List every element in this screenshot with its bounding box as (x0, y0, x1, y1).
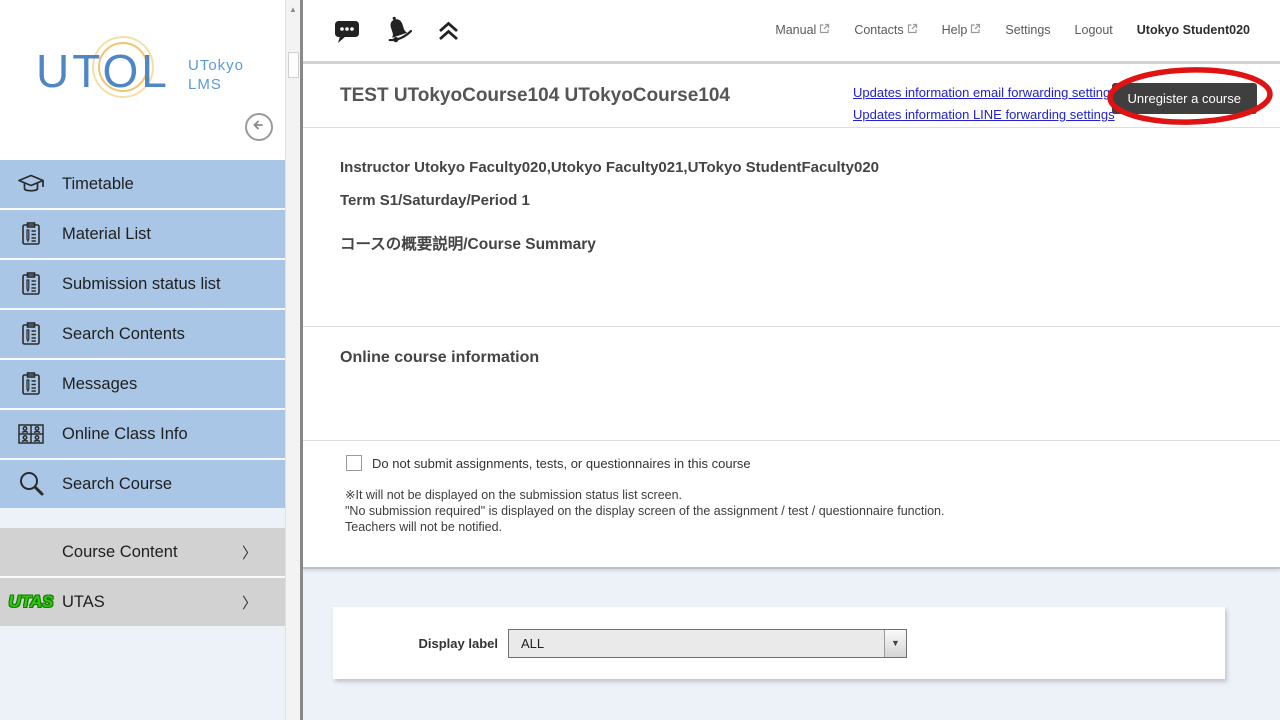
update-settings-links: Updates information email forwarding set… (853, 85, 1117, 122)
logo-subtitle: UTokyo LMS (188, 56, 244, 94)
course-summary-heading: コースの概要説明/Course Summary (340, 235, 1280, 255)
sidebar-item-label: Online Class Info (62, 425, 188, 444)
note-line: ※It will not be displayed on the submiss… (345, 487, 1280, 503)
sidebar-menu: Timetable Material List Submission sta (0, 160, 285, 508)
external-link-icon (907, 23, 918, 37)
sidebar-item-label: Material List (62, 225, 151, 244)
note-line: "No submission required" is displayed on… (345, 503, 1280, 519)
optout-checkbox-row: Do not submit assignments, tests, or que… (346, 455, 1280, 471)
sidebar-item-material-list[interactable]: Material List (0, 210, 285, 258)
sidebar-secondary-menu: Course Content 〉 UTAS UTAS 〉 (0, 528, 285, 626)
logout-link[interactable]: Logout (1075, 23, 1113, 37)
clipboard-icon (0, 320, 62, 348)
sidebar-item-label: Submission status list (62, 275, 221, 294)
sidebar-item-messages[interactable]: Messages (0, 360, 285, 408)
header-icon-group (333, 14, 460, 47)
select-value: ALL (521, 636, 544, 651)
header-links: Manual Contacts Help Settings Logout Uto… (775, 23, 1250, 37)
unregister-course-button[interactable]: Unregister a course (1112, 83, 1257, 114)
sidebar-item-utas[interactable]: UTAS UTAS 〉 (0, 578, 285, 626)
sidebar-item-label: UTAS (62, 593, 105, 612)
external-link-icon (970, 23, 981, 37)
utol-logo: UTOL (36, 44, 170, 98)
people-grid-icon (0, 421, 62, 447)
chevron-down-icon: ▼ (891, 638, 900, 648)
arrow-left-icon (251, 117, 267, 138)
display-label-select[interactable]: ALL ▼ (508, 629, 907, 658)
display-label-card: Display label ALL ▼ (333, 607, 1225, 679)
scrollbar-thumb[interactable] (288, 52, 299, 78)
sidebar-item-label: Course Content (62, 543, 178, 562)
term-line: Term S1/Saturday/Period 1 (340, 191, 1280, 211)
display-label-text: Display label (363, 636, 498, 651)
chevron-right-icon: 〉 (242, 592, 257, 613)
sidebar-item-search-contents[interactable]: Search Contents (0, 310, 285, 358)
contacts-link[interactable]: Contacts (854, 23, 917, 37)
sidebar-item-submission-status-list[interactable]: Submission status list (0, 260, 285, 308)
sidebar-collapse-button[interactable] (245, 113, 273, 141)
online-course-section: Online course information (303, 327, 1280, 441)
course-title-row: TEST UTokyoCourse104 UTokyoCourse104 Upd… (303, 64, 1280, 128)
help-link[interactable]: Help (942, 23, 982, 37)
sidebar-item-label: Search Contents (62, 325, 185, 344)
course-info-section: Instructor Utokyo Faculty020,Utokyo Facu… (303, 128, 1280, 327)
settings-link[interactable]: Settings (1005, 23, 1050, 37)
sidebar: UTOL UTokyo LMS Timetable (0, 0, 285, 720)
clipboard-icon (0, 220, 62, 248)
scrollbar-up-arrow-icon[interactable]: ▲ (286, 5, 300, 14)
utas-logo: UTAS (0, 592, 62, 612)
online-course-heading: Online course information (340, 349, 1280, 367)
sidebar-item-search-course[interactable]: Search Course (0, 460, 285, 508)
submission-optout-section: Do not submit assignments, tests, or que… (303, 441, 1280, 535)
page-title: TEST UTokyoCourse104 UTokyoCourse104 (340, 64, 730, 128)
sidebar-item-label: Timetable (62, 175, 134, 194)
sidebar-scrollbar[interactable]: ▲ (285, 0, 300, 720)
top-header: Manual Contacts Help Settings Logout Uto… (303, 0, 1280, 64)
clipboard-icon (0, 370, 62, 398)
clipboard-icon (0, 270, 62, 298)
user-name: Utokyo Student020 (1137, 23, 1250, 37)
sidebar-item-label: Search Course (62, 475, 172, 494)
bell-icon[interactable] (382, 14, 415, 47)
manual-link[interactable]: Manual (775, 23, 830, 37)
checkbox-label: Do not submit assignments, tests, or que… (372, 456, 751, 471)
line-forwarding-settings-link[interactable]: Updates information LINE forwarding sett… (853, 107, 1117, 122)
sidebar-item-online-class-info[interactable]: Online Class Info (0, 410, 285, 458)
chat-bubble-icon[interactable] (333, 17, 360, 44)
sidebar-item-timetable[interactable]: Timetable (0, 160, 285, 208)
chevron-right-icon: 〉 (242, 542, 257, 563)
select-dropdown-button[interactable]: ▼ (884, 630, 906, 657)
logo-area: UTOL UTokyo LMS (0, 0, 285, 160)
do-not-submit-checkbox[interactable] (346, 455, 362, 471)
external-link-icon (819, 23, 830, 37)
instructor-line: Instructor Utokyo Faculty020,Utokyo Facu… (340, 158, 1280, 178)
sidebar-item-course-content[interactable]: Course Content 〉 (0, 528, 285, 576)
course-panel: TEST UTokyoCourse104 UTokyoCourse104 Upd… (303, 64, 1280, 569)
optout-notes: ※It will not be displayed on the submiss… (345, 487, 1280, 535)
main-area: Manual Contacts Help Settings Logout Uto… (303, 0, 1280, 720)
magnifier-icon (0, 469, 62, 499)
collapse-up-icon[interactable] (437, 20, 460, 42)
sidebar-item-label: Messages (62, 375, 137, 394)
graduation-cap-icon (0, 171, 62, 197)
email-forwarding-settings-link[interactable]: Updates information email forwarding set… (853, 85, 1117, 100)
note-line: Teachers will not be notified. (345, 519, 1280, 535)
